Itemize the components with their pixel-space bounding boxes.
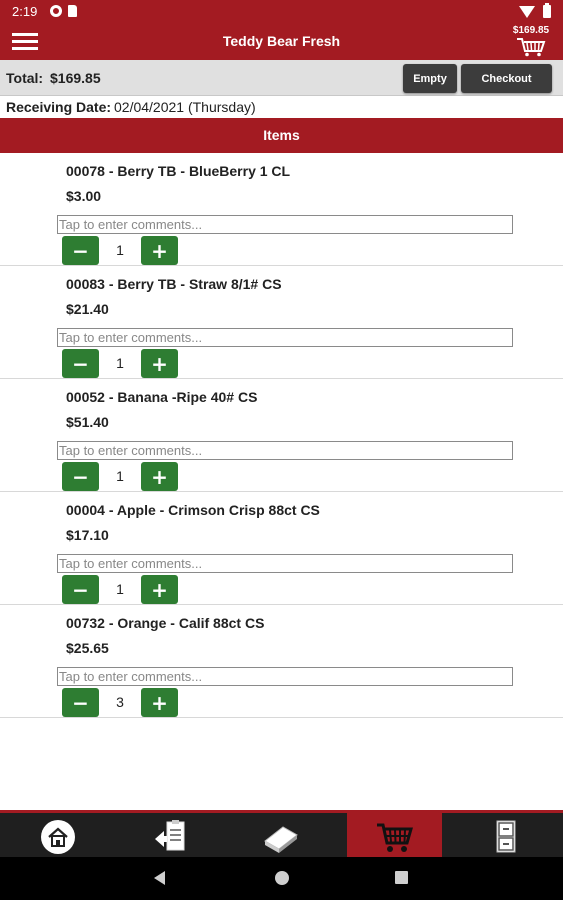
nav-orders[interactable] — [123, 813, 218, 857]
recents-icon[interactable] — [395, 871, 408, 884]
book-icon — [263, 826, 298, 853]
sd-card-icon — [68, 5, 77, 17]
decrease-button[interactable]: − — [62, 462, 99, 491]
items-list: 00078 - Berry TB - BlueBerry 1 CL $3.00 … — [0, 153, 563, 718]
nav-archive[interactable] — [458, 813, 553, 857]
increase-button[interactable]: + — [141, 349, 178, 378]
status-time: 2:19 — [12, 4, 38, 19]
decrease-button[interactable]: − — [62, 575, 99, 604]
wifi-icon — [519, 5, 535, 18]
status-bar: 2:19 — [0, 0, 563, 24]
system-nav-bar — [0, 857, 563, 900]
quantity-value[interactable]: 1 — [99, 236, 141, 265]
bottom-nav — [0, 810, 563, 857]
battery-icon — [543, 3, 551, 18]
quantity-stepper: − 3 + — [62, 688, 179, 717]
quantity-stepper: − 1 + — [62, 575, 179, 604]
item-price: $51.40 — [66, 414, 109, 430]
comment-input[interactable] — [57, 328, 513, 347]
quantity-stepper: − 1 + — [62, 462, 179, 491]
item-price: $21.40 — [66, 301, 109, 317]
list-item: 00004 - Apple - Crimson Crisp 88ct CS $1… — [0, 492, 563, 605]
header-cart-amount: $169.85 — [512, 25, 550, 36]
empty-button[interactable]: Empty — [403, 64, 457, 93]
item-name: 00078 - Berry TB - BlueBerry 1 CL — [66, 163, 291, 179]
list-item: 00078 - Berry TB - BlueBerry 1 CL $3.00 … — [0, 153, 563, 266]
item-name: 00732 - Orange - Calif 88ct CS — [66, 615, 265, 631]
comment-input[interactable] — [57, 441, 513, 460]
total-label: Total: — [6, 70, 44, 86]
back-icon[interactable] — [154, 871, 165, 885]
clipboard-icon — [154, 820, 184, 851]
receiving-date-label: Receiving Date: — [6, 99, 112, 115]
home-icon — [40, 820, 75, 854]
list-item: 00083 - Berry TB - Straw 8/1# CS $21.40 … — [0, 266, 563, 379]
cabinet-icon — [496, 820, 515, 853]
receiving-date-value[interactable]: 02/04/2021 (Thursday) — [114, 99, 256, 115]
increase-button[interactable]: + — [141, 462, 178, 491]
comment-input[interactable] — [57, 667, 513, 686]
app-bar: Teddy Bear Fresh $169.85 — [0, 24, 563, 60]
item-price: $25.65 — [66, 640, 109, 656]
decrease-button[interactable]: − — [62, 236, 99, 265]
item-name: 00004 - Apple - Crimson Crisp 88ct CS — [66, 502, 320, 518]
increase-button[interactable]: + — [141, 688, 178, 717]
decrease-button[interactable]: − — [62, 349, 99, 378]
total-bar: Total: $169.85 Empty Checkout — [0, 60, 563, 96]
receiving-date-row: Receiving Date: 02/04/2021 (Thursday) — [0, 96, 563, 118]
comment-input[interactable] — [57, 554, 513, 573]
quantity-value[interactable]: 1 — [99, 462, 141, 491]
comment-input[interactable] — [57, 215, 513, 234]
app-title: Teddy Bear Fresh — [222, 33, 341, 49]
status-icons-left — [50, 5, 77, 17]
quantity-stepper: − 1 + — [62, 236, 179, 265]
nav-cart[interactable] — [347, 813, 442, 857]
status-icons-right — [519, 3, 551, 18]
nav-home[interactable] — [10, 813, 105, 857]
nav-catalog[interactable] — [233, 813, 328, 857]
header-cart[interactable]: $169.85 — [507, 24, 555, 60]
item-name: 00052 - Banana -Ripe 40# CS — [66, 389, 258, 405]
cart-icon — [517, 38, 546, 57]
quantity-stepper: − 1 + — [62, 349, 179, 378]
total-value: $169.85 — [50, 70, 101, 86]
cart-icon — [376, 823, 413, 852]
quantity-value[interactable]: 3 — [99, 688, 141, 717]
items-header: Items — [0, 118, 563, 153]
screen: 2:19 Teddy Bear Fresh $169.85 Total: $16… — [0, 0, 563, 900]
increase-button[interactable]: + — [141, 236, 178, 265]
item-price: $17.10 — [66, 527, 109, 543]
item-price: $3.00 — [66, 188, 102, 204]
item-name: 00083 - Berry TB - Straw 8/1# CS — [66, 276, 282, 292]
settings-icon — [50, 5, 62, 17]
quantity-value[interactable]: 1 — [99, 349, 141, 378]
list-item: 00052 - Banana -Ripe 40# CS $51.40 − 1 + — [0, 379, 563, 492]
decrease-button[interactable]: − — [62, 688, 99, 717]
list-item: 00732 - Orange - Calif 88ct CS $25.65 − … — [0, 605, 563, 718]
quantity-value[interactable]: 1 — [99, 575, 141, 604]
increase-button[interactable]: + — [141, 575, 178, 604]
home-button-icon[interactable] — [275, 871, 289, 885]
checkout-button[interactable]: Checkout — [461, 64, 552, 93]
